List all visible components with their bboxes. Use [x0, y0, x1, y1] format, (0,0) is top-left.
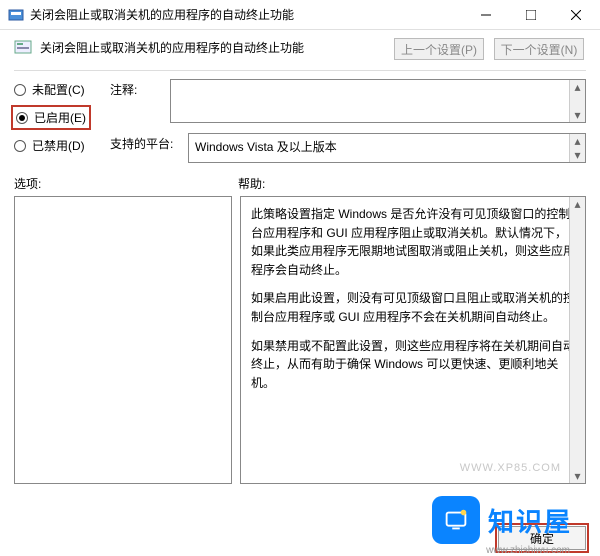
scrollbar[interactable]: ▴ ▾ — [569, 134, 585, 162]
branding-text: 知识屋 — [488, 502, 572, 539]
help-paragraph: 如果禁用或不配置此设置，则这些应用程序将在关机期间自动终止，从而有助于确保 Wi… — [251, 337, 575, 393]
maximize-button[interactable] — [508, 0, 553, 29]
watermark-text: WWW.XP85.COM — [460, 460, 561, 477]
radio-label: 已禁用(D) — [32, 137, 85, 154]
scroll-up-icon[interactable]: ▴ — [570, 134, 585, 148]
minimize-button[interactable] — [463, 0, 508, 29]
help-panel: 此策略设置指定 Windows 是否允许没有可见顶级窗口的控制台应用程序和 GU… — [240, 196, 586, 484]
branding-url: www.zhishiwu.com — [486, 545, 570, 556]
radio-label: 未配置(C) — [32, 81, 85, 98]
radio-icon — [14, 140, 26, 152]
scroll-up-icon[interactable]: ▴ — [570, 197, 585, 211]
radio-disabled[interactable]: 已禁用(D) — [14, 137, 104, 154]
comment-textbox[interactable]: ▴ ▾ — [170, 79, 586, 123]
policy-icon — [14, 39, 32, 57]
prev-setting-button[interactable]: 上一个设置(P) — [394, 38, 484, 60]
next-setting-button[interactable]: 下一个设置(N) — [494, 38, 584, 60]
logo-badge-icon — [432, 496, 480, 544]
divider — [14, 70, 586, 71]
platform-textbox: Windows Vista 及以上版本 ▴ ▾ — [188, 133, 586, 163]
app-icon — [8, 7, 24, 23]
platform-value: Windows Vista 及以上版本 — [189, 134, 585, 159]
scroll-down-icon[interactable]: ▾ — [570, 108, 585, 122]
help-paragraph: 如果启用此设置，则没有可见顶级窗口且阻止或取消关机的控制台应用程序或 GUI 应… — [251, 289, 575, 326]
options-panel — [14, 196, 232, 484]
comment-label: 注释: — [110, 79, 164, 123]
close-button[interactable] — [553, 0, 598, 29]
radio-icon — [14, 84, 26, 96]
radio-not-configured[interactable]: 未配置(C) — [14, 81, 104, 98]
radio-label: 已启用(E) — [34, 109, 86, 126]
scrollbar[interactable]: ▴ ▾ — [569, 197, 585, 483]
radio-icon — [16, 112, 28, 124]
options-label: 选项: — [14, 175, 238, 192]
help-label: 帮助: — [238, 175, 586, 192]
policy-title: 关闭会阻止或取消关机的应用程序的自动终止功能 — [40, 39, 304, 56]
scroll-up-icon[interactable]: ▴ — [570, 80, 585, 94]
scrollbar[interactable]: ▴ ▾ — [569, 80, 585, 122]
radio-enabled[interactable]: 已启用(E) — [14, 108, 88, 127]
scroll-down-icon[interactable]: ▾ — [570, 469, 585, 483]
scroll-down-icon[interactable]: ▾ — [570, 148, 585, 162]
window-title: 关闭会阻止或取消关机的应用程序的自动终止功能 — [30, 6, 463, 23]
branding-logo: 知识屋 — [432, 496, 572, 544]
help-paragraph: 此策略设置指定 Windows 是否允许没有可见顶级窗口的控制台应用程序和 GU… — [251, 205, 575, 279]
platform-label: 支持的平台: — [110, 133, 182, 163]
